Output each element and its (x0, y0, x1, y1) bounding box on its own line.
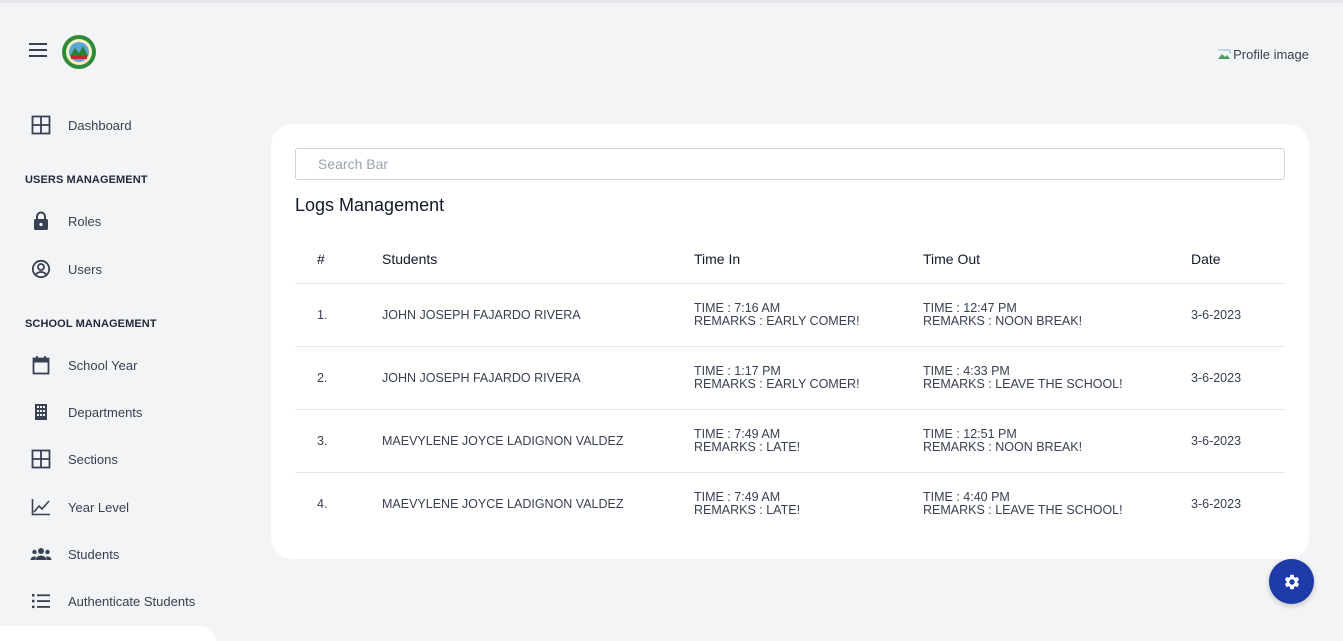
sidebar-item-school-year[interactable]: School Year (30, 352, 137, 378)
student-name: JOHN JOSEPH FAJARDO RIVERA (382, 346, 694, 410)
sidebar-item-roles[interactable]: Roles (30, 208, 101, 234)
column-header-time-out[interactable]: Time Out (923, 236, 1191, 284)
table-header-row: # Students Time In Time Out Date (295, 236, 1285, 284)
sidebar-item-label: Departments (68, 404, 143, 420)
time-out-remarks: REMARKS : LEAVE THE SCHOOL! (923, 376, 1123, 391)
student-name: MAEVYLENE JOYCE LADIGNON VALDEZ (382, 409, 694, 473)
page-title: Logs Management (295, 195, 445, 215)
search-input[interactable] (295, 148, 1285, 180)
list-icon (30, 590, 52, 612)
settings-button[interactable] (1269, 559, 1314, 604)
sidebar-item-label: School Year (68, 357, 138, 373)
table-row: 2. JOHN JOSEPH FAJARDO RIVERA TIME : 1:1… (295, 346, 1285, 410)
time-out-cell: TIME : 12:47 PM REMARKS : NOON BREAK! (923, 283, 1191, 347)
sidebar-item-label: Roles (68, 213, 102, 229)
school-management-heading: SCHOOL MANAGEMENT (25, 318, 157, 330)
time-in-remarks: REMARKS : EARLY COMER! (694, 313, 860, 328)
time-in-value: TIME : 7:49 AM (694, 426, 781, 441)
sidebar-item-label: Students (68, 546, 120, 562)
sidebar-item-users[interactable]: Users (30, 256, 102, 282)
time-in-cell: TIME : 7:49 AM REMARKS : LATE! (694, 472, 923, 535)
time-in-remarks: REMARKS : EARLY COMER! (694, 376, 860, 391)
broken-image-icon (1218, 49, 1231, 59)
gear-icon (1284, 574, 1299, 589)
log-date: 3-6-2023 (1191, 496, 1242, 511)
building-icon (30, 401, 52, 423)
grid-icon (30, 448, 52, 470)
time-in-cell: TIME : 1:17 PM REMARKS : EARLY COMER! (694, 346, 923, 410)
row-number: 4. (317, 496, 328, 511)
grid-icon (30, 114, 52, 136)
column-header-date[interactable]: Date (1191, 236, 1285, 284)
student-name: JOHN JOSEPH FAJARDO RIVERA (382, 283, 694, 347)
log-date: 3-6-2023 (1191, 283, 1285, 347)
school-logo[interactable] (61, 34, 97, 70)
logs-table: # Students Time In Time Out Date 1. JOHN… (295, 236, 1285, 535)
sidebar-item-label: Users (68, 261, 102, 277)
sidebar-item-label: Year Level (68, 499, 129, 515)
users-management-heading: USERS MANAGEMENT (25, 174, 148, 186)
group-icon (30, 543, 52, 565)
sidebar-item-authenticate-students[interactable]: Authenticate Students (30, 588, 195, 614)
student-name: MAEVYLENE JOYCE LADIGNON VALDEZ (382, 496, 624, 511)
column-header-students[interactable]: Students (382, 236, 694, 284)
top-border (0, 0, 1343, 3)
row-number: 1. (295, 283, 382, 347)
table-row: 3. MAEVYLENE JOYCE LADIGNON VALDEZ TIME … (295, 409, 1285, 473)
sidebar-item-dashboard[interactable]: Dashboard (30, 112, 132, 138)
row-number: 3. (295, 409, 382, 473)
log-date: 3-6-2023 (1191, 346, 1285, 410)
sidebar-item-label: Sections (68, 451, 118, 467)
time-in-remarks: REMARKS : LATE! (694, 502, 801, 517)
time-in-value: TIME : 1:17 PM (694, 363, 781, 378)
column-header-number[interactable]: # (295, 236, 382, 284)
row-number: 2. (295, 346, 382, 410)
time-out-remarks: REMARKS : LEAVE THE SCHOOL! (923, 502, 1123, 517)
profile-image-alt-text: Profile image (1233, 47, 1309, 62)
time-in-value: TIME : 7:49 AM (694, 489, 781, 504)
profile-image[interactable]: Profile image (1217, 47, 1309, 62)
time-out-cell: TIME : 12:51 PM REMARKS : NOON BREAK! (923, 409, 1191, 473)
line-chart-icon (30, 496, 52, 518)
sidebar-item-students[interactable]: Students (30, 541, 119, 567)
time-out-remarks: REMARKS : NOON BREAK! (923, 439, 1083, 454)
time-out-value: TIME : 4:40 PM (923, 489, 1010, 504)
sidebar-item-year-level[interactable]: Year Level (30, 494, 129, 520)
calendar-icon (30, 354, 52, 376)
sidebar-item-label: Dashboard (68, 117, 132, 133)
time-out-value: TIME : 12:47 PM (923, 300, 1017, 315)
time-out-cell: TIME : 4:33 PM REMARKS : LEAVE THE SCHOO… (923, 346, 1191, 410)
user-circle-icon (30, 258, 52, 280)
time-out-value: TIME : 12:51 PM (923, 426, 1017, 441)
time-in-cell: TIME : 7:49 AM REMARKS : LATE! (694, 409, 923, 473)
time-out-cell: TIME : 4:40 PM REMARKS : LEAVE THE SCHOO… (923, 472, 1191, 535)
time-out-value: TIME : 4:33 PM (923, 363, 1010, 378)
sidebar-item-sections[interactable]: Sections (30, 446, 118, 472)
logs-card: Logs Management # Students Time In Time … (271, 124, 1309, 559)
table-row: 1. JOHN JOSEPH FAJARDO RIVERA TIME : 7:1… (295, 283, 1285, 347)
column-header-time-in[interactable]: Time In (694, 236, 923, 284)
menu-icon[interactable] (29, 43, 47, 59)
lock-icon (30, 210, 52, 232)
time-in-remarks: REMARKS : LATE! (694, 439, 801, 454)
time-in-cell: TIME : 7:16 AM REMARKS : EARLY COMER! (694, 283, 923, 347)
time-out-remarks: REMARKS : NOON BREAK! (923, 313, 1083, 328)
sidebar-item-departments[interactable]: Departments (30, 399, 142, 425)
log-date: 3-6-2023 (1191, 409, 1285, 473)
time-in-value: TIME : 7:16 AM (694, 300, 781, 315)
sidebar-item-active-highlight[interactable] (0, 626, 216, 641)
sidebar-item-label: Authenticate Students (68, 593, 196, 609)
table-row: 4. MAEVYLENE JOYCE LADIGNON VALDEZ TIME … (295, 472, 1285, 535)
